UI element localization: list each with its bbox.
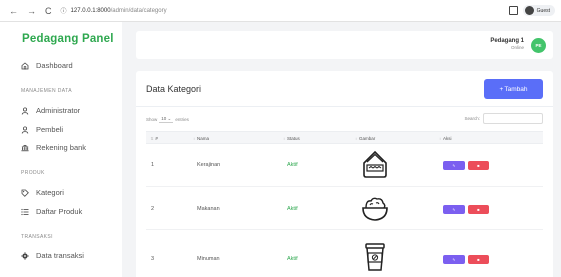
cell-no: 2 xyxy=(151,206,155,212)
profile-avatar-icon xyxy=(524,6,534,15)
trash-icon: ■ xyxy=(477,257,480,262)
table-header: ⇅ # ↕ Nama ↕ Status ↕ Gambar ↕ Aksi xyxy=(146,131,543,144)
sidebar-item-dashboard[interactable]: Dashboard xyxy=(21,61,73,70)
column-header-status[interactable]: ↕ Status xyxy=(283,136,300,141)
search-input[interactable] xyxy=(483,113,543,124)
plus-icon: + xyxy=(499,85,504,93)
add-category-button[interactable]: + Tambah xyxy=(484,79,543,99)
sidebar: Pedagang Panel Dashboard MANAJEMEN DATA … xyxy=(0,22,122,277)
profile-button[interactable]: Guest xyxy=(522,5,555,16)
address-bar[interactable]: ⓘ 127.0.0.1:8000/admin/data/category xyxy=(61,6,167,16)
page-title: Data Kategori xyxy=(146,84,202,94)
reload-icon[interactable]: C xyxy=(45,6,52,16)
section-heading-produk: PRODUK xyxy=(21,170,45,176)
sort-icon: ⇅ xyxy=(150,136,154,141)
home-icon xyxy=(21,61,29,70)
column-header-action[interactable]: ↕ Aksi xyxy=(439,136,452,141)
cog-icon xyxy=(21,251,29,260)
user-name: Pedagang 1 xyxy=(490,38,524,44)
delete-button[interactable]: ■ xyxy=(468,161,489,170)
user-info[interactable]: Pedagang 1 Online xyxy=(490,38,524,50)
sidebar-item-label: Kategori xyxy=(36,188,64,197)
sort-icon: ↕ xyxy=(193,136,195,141)
cell-name: Minuman xyxy=(197,256,220,262)
show-label: Show xyxy=(146,117,158,122)
column-header-image[interactable]: ↕ Gambar xyxy=(355,136,375,141)
sidebar-toggle-icon[interactable] xyxy=(508,6,518,15)
table-search: Search: xyxy=(464,113,543,124)
craft-basket-icon xyxy=(363,150,387,178)
user-icon xyxy=(21,106,29,115)
user-icon xyxy=(21,125,29,134)
edit-icon: ✎ xyxy=(452,207,456,212)
cell-status: Aktif xyxy=(287,206,298,212)
entries-label: entries xyxy=(175,117,189,122)
sidebar-item-administrator[interactable]: Administrator xyxy=(21,106,80,115)
url-path: /admin/data/category xyxy=(110,7,167,14)
sidebar-item-label: Pembeli xyxy=(36,125,64,134)
avatar[interactable]: PE xyxy=(531,38,546,53)
sidebar-item-label: Data transaksi xyxy=(36,251,84,260)
trash-icon: ■ xyxy=(477,163,480,168)
forward-icon[interactable]: → xyxy=(27,6,36,16)
entries-select[interactable]: 10 ⌄ xyxy=(159,116,174,123)
table-row: 2 Makanan Aktif ✎ ■ xyxy=(146,187,543,230)
url-host: 127.0.0.1:8000 xyxy=(70,7,111,14)
sort-icon: ↕ xyxy=(355,136,357,141)
edit-icon: ✎ xyxy=(452,257,456,262)
section-heading-transaksi: TRANSAKSI xyxy=(21,234,53,240)
cell-name: Kerajinan xyxy=(197,162,221,168)
delete-button[interactable]: ■ xyxy=(468,255,489,264)
brand-title[interactable]: Pedagang Panel xyxy=(22,33,114,45)
back-icon[interactable]: ← xyxy=(9,6,18,16)
drink-cup-icon xyxy=(365,243,385,271)
food-bowl-icon xyxy=(362,197,388,221)
cell-no: 1 xyxy=(151,162,155,168)
sidebar-item-label: Administrator xyxy=(36,106,81,115)
sidebar-item-label: Dashboard xyxy=(36,61,73,70)
site-info-icon[interactable]: ⓘ xyxy=(61,6,67,15)
add-button-label: Tambah xyxy=(504,85,528,93)
user-status: Online xyxy=(510,45,524,50)
section-heading-manajemen: MANAJEMEN DATA xyxy=(21,88,72,94)
chevron-down-icon: ⌄ xyxy=(167,116,172,121)
profile-label: Guest xyxy=(536,7,550,14)
trash-icon: ■ xyxy=(477,207,480,212)
top-bar: Pedagang 1 Online PE xyxy=(136,31,553,59)
sort-icon: ↕ xyxy=(283,136,285,141)
edit-button[interactable]: ✎ xyxy=(443,255,465,264)
column-header-no[interactable]: ⇅ # xyxy=(150,136,158,141)
cell-status: Aktif xyxy=(287,162,298,168)
bank-icon xyxy=(21,144,29,152)
edit-button[interactable]: ✎ xyxy=(443,205,465,214)
cell-name: Makanan xyxy=(197,206,220,212)
search-label: Search: xyxy=(464,116,480,121)
sidebar-item-daftar-produk[interactable]: Daftar Produk xyxy=(21,207,82,216)
sidebar-item-kategori[interactable]: Kategori xyxy=(21,188,64,197)
sidebar-item-rekening[interactable]: Rekening bank xyxy=(21,143,86,152)
tag-icon xyxy=(21,189,29,197)
sidebar-item-label: Daftar Produk xyxy=(36,207,83,216)
entries-length-control: Show 10 ⌄ entries xyxy=(146,116,189,123)
sidebar-item-pembeli[interactable]: Pembeli xyxy=(21,125,63,134)
divider xyxy=(136,106,553,107)
sidebar-item-label: Rekening bank xyxy=(36,143,87,152)
list-icon xyxy=(21,208,29,216)
table-row: 3 Minuman Aktif ✎ ■ xyxy=(146,230,543,273)
column-header-name[interactable]: ↕ Nama xyxy=(193,136,209,141)
sort-icon: ↕ xyxy=(439,136,441,141)
category-card: Data Kategori + Tambah Show 10 ⌄ entries… xyxy=(136,71,553,277)
entries-value: 10 xyxy=(161,116,167,121)
browser-toolbar: ← → C ⓘ 127.0.0.1:8000/admin/data/catego… xyxy=(0,0,561,22)
cell-no: 3 xyxy=(151,256,155,262)
sidebar-item-data-transaksi[interactable]: Data transaksi xyxy=(21,251,84,260)
edit-button[interactable]: ✎ xyxy=(443,161,465,170)
cell-status: Aktif xyxy=(287,256,298,262)
edit-icon: ✎ xyxy=(452,163,456,168)
delete-button[interactable]: ■ xyxy=(468,205,489,214)
table-row: 1 Kerajinan Aktif ✎ ■ xyxy=(146,144,543,187)
